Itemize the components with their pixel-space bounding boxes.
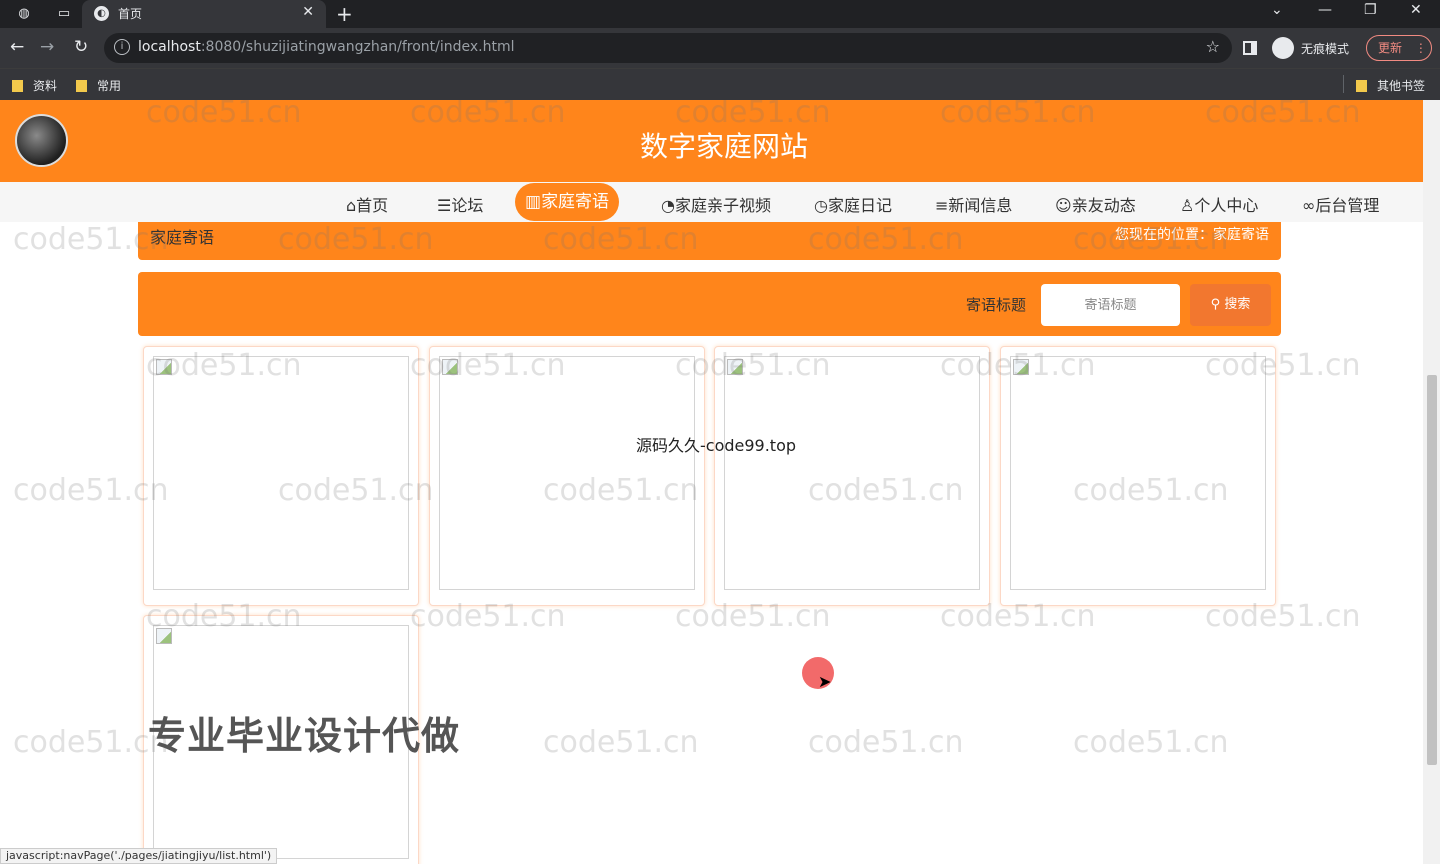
message-card[interactable] [429,346,705,606]
current-location: 您现在的位置：家庭寄语 [1115,227,1269,243]
globe-icon[interactable]: ◍ [14,4,34,24]
scrollbar-thumb[interactable] [1427,375,1437,765]
update-button[interactable]: 更新 ⋮ [1366,35,1432,61]
nav-item-profile[interactable]: ♙个人中心 [1180,192,1258,216]
minimize-icon[interactable]: — [1318,2,1332,18]
new-tab-button[interactable]: + [336,2,353,26]
overlay-ad-text: 专业毕业设计代做 [148,714,461,758]
bookmark-folder[interactable]: 常用 [76,77,121,94]
back-icon[interactable]: ← [10,37,24,57]
nav-item-forum[interactable]: ☰论坛 [437,192,483,216]
video-icon: ◔ [661,196,675,215]
bookmarks-bar: 资料 常用 其他书签 [0,68,1440,100]
nav-item-admin[interactable]: ∞后台管理 [1302,192,1379,216]
browser-toolbar: ← → ↻ i localhost:8080/shuzijiatingwangz… [0,28,1440,68]
message-card[interactable] [714,346,990,606]
nav-item-family-diary[interactable]: ◷家庭日记 [814,192,892,216]
site-title: 数字家庭网站 [639,130,808,163]
broken-image-icon [442,359,458,375]
message-icon: ▥ [525,192,542,212]
web-page: 数字家庭网站 ⌂首页 ☰论坛 ▥家庭寄语 ◔家庭亲子视频 ◷家庭日记 ≡新闻信息… [0,100,1440,864]
restore-icon[interactable]: ❐ [1364,2,1377,18]
search-button[interactable]: ⚲ 搜索 [1190,284,1271,326]
link-icon: ∞ [1302,196,1316,215]
nav-item-news[interactable]: ≡新闻信息 [935,192,1012,216]
nav-item-home[interactable]: ⌂首页 [346,192,388,216]
search-label: 寄语标题 [966,296,1027,314]
tab-search-icon[interactable]: ⌄ [1271,2,1283,18]
main-nav: ⌂首页 ☰论坛 ▥家庭寄语 ◔家庭亲子视频 ◷家庭日记 ≡新闻信息 ☺亲友动态 … [0,182,1423,222]
broken-image-icon [156,628,172,644]
watermark: code51.cn [543,725,699,760]
folder-icon [1356,80,1367,92]
message-card[interactable] [1000,346,1276,606]
mouse-cursor-icon: ➤ [818,672,832,691]
broken-image-icon [727,359,743,375]
address-bar[interactable]: i localhost:8080/shuzijiatingwangzhan/fr… [104,33,1232,63]
bookmark-folder[interactable]: 资料 [12,77,57,94]
card-image[interactable] [153,356,409,590]
nav-item-family-videos[interactable]: ◔家庭亲子视频 [661,192,771,216]
filter-icon: ≡ [935,196,949,215]
tab-title: 首页 [118,7,143,21]
layers-icon: ☰ [437,196,452,215]
menu-dots-icon[interactable]: ⋮ [1415,41,1427,55]
card-image[interactable] [1010,356,1266,590]
browser-tab[interactable]: ◐ 首页 ✕ [82,0,326,28]
incognito-icon[interactable] [1272,37,1294,59]
tab-favicon-icon: ◐ [94,6,109,21]
bookmarks-divider [1343,75,1344,93]
folder-icon [12,80,23,92]
broken-image-icon [1013,359,1029,375]
status-bar-url: javascript:navPage('./pages/jiatingjiyu/… [0,848,278,864]
reload-icon[interactable]: ↻ [74,37,88,57]
message-card[interactable] [143,346,419,606]
paw-icon: ☺ [1055,196,1072,215]
broken-image-icon [156,359,172,375]
search-icon: ⚲ [1210,297,1221,312]
page-scrollbar[interactable] [1423,100,1440,864]
breadcrumb: 家庭寄语 您现在的位置：家庭寄语 [138,222,1281,260]
forward-icon[interactable]: → [40,37,54,57]
other-bookmarks[interactable]: 其他书签 [1356,77,1425,94]
info-icon[interactable]: i [114,39,130,55]
watermark: code51.cn [808,725,964,760]
search-input[interactable] [1041,284,1180,326]
folder-icon [76,80,87,92]
user-icon: ♙ [1180,196,1195,215]
watermark: code51.cn [1073,725,1229,760]
card-image[interactable] [439,356,695,590]
window-close-icon[interactable]: ✕ [1410,2,1422,18]
home-icon: ⌂ [346,196,357,215]
nav-item-family-messages[interactable]: ▥家庭寄语 [515,183,620,221]
section-title: 家庭寄语 [150,228,215,247]
incognito-label: 无痕模式 [1301,42,1350,56]
side-panel-icon[interactable] [1243,41,1257,55]
bookmark-star-icon[interactable]: ☆ [1206,37,1220,56]
browser-tab-strip: ◍ ▭ ◐ 首页 ✕ + ⌄ — ❐ ✕ [0,0,1440,28]
site-header: 数字家庭网站 [0,100,1423,182]
search-bar: 寄语标题 ⚲ 搜索 [138,272,1281,336]
nav-item-friends-feed[interactable]: ☺亲友动态 [1055,192,1136,216]
card-image[interactable] [724,356,980,590]
url-text[interactable]: localhost:8080/shuzijiatingwangzhan/fron… [138,39,515,55]
tab-close-icon[interactable]: ✕ [302,4,314,20]
tab-overview-icon[interactable]: ▭ [54,4,74,24]
overlay-watermark-text: 源码久久-code99.top [636,436,797,455]
clock-icon: ◷ [814,196,828,215]
